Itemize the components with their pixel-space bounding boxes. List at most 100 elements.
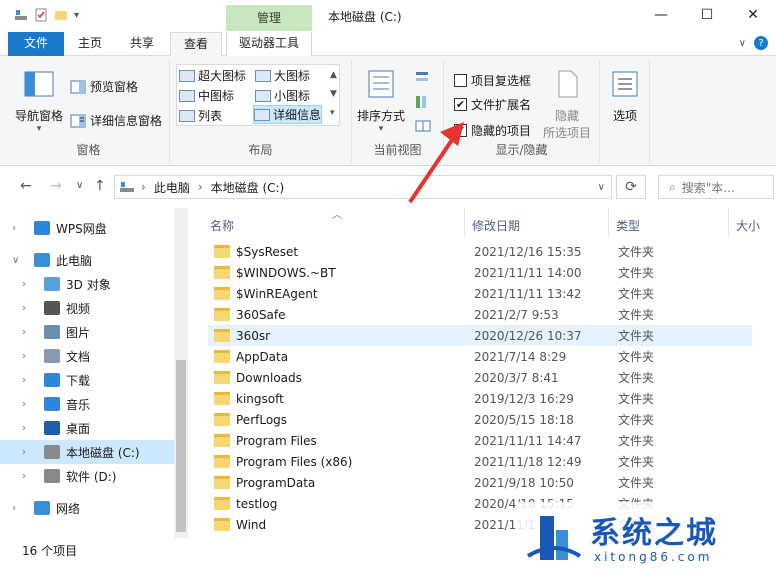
drive-icon [120,182,134,192]
properties-icon[interactable] [34,8,48,22]
layout-small-icons[interactable]: 小图标 [255,87,310,104]
tab-file[interactable]: 文件 [8,32,64,56]
nav-item-label: 图片 [66,325,91,340]
table-row[interactable]: Downloads 2020/3/7 8:41 文件夹 [208,367,752,388]
nav-scrollbar-thumb[interactable] [176,360,186,532]
sort-by-button[interactable]: 排序方式 ▾ [356,68,406,134]
group-by-icon[interactable] [414,70,432,86]
hide-selected-button[interactable]: 隐藏 所选项目 [540,68,594,141]
column-name[interactable]: 名称 [210,214,234,238]
up-arrow-icon[interactable]: ↑ [94,178,106,194]
nav-item[interactable]: › 3D 对象 [0,272,174,296]
table-row[interactable]: Program Files (x86) 2021/11/18 12:49 文件夹 [208,451,752,472]
help-icon[interactable]: ? [754,36,768,50]
forward-arrow-icon[interactable]: → [50,178,62,194]
table-row[interactable]: ProgramData 2021/9/18 10:50 文件夹 [208,472,752,493]
close-button[interactable]: ✕ [730,0,776,30]
refresh-button[interactable]: ⟳ [616,175,646,199]
nav-item[interactable]: › 软件 (D:) [0,464,174,488]
file-ext-toggle[interactable]: ✔ 文件扩展名 [454,96,531,113]
file-type: 文件夹 [618,476,655,490]
folder-icon [214,476,230,489]
new-folder-icon[interactable] [54,8,68,22]
table-row[interactable]: $SysReset 2021/12/16 15:35 文件夹 [208,241,752,262]
layout-medium-icons[interactable]: 中图标 [179,87,234,104]
nav-item[interactable]: › 网络 [0,496,174,520]
ribbon-expand-icon[interactable]: ∨ [739,38,746,49]
recent-dropdown-icon[interactable]: ∨ [76,180,83,191]
column-type[interactable]: 类型 [616,214,640,238]
file-date: 2021/9/18 10:50 [474,475,574,490]
chevron-right-icon[interactable]: › [22,303,36,314]
layout-details[interactable]: 详细信息 [253,105,323,124]
back-arrow-icon[interactable]: ← [20,178,32,194]
quick-access-dropdown-icon[interactable]: ▾ [74,10,79,21]
chevron-right-icon[interactable]: › [22,471,36,482]
add-columns-icon[interactable] [414,94,432,110]
breadcrumb-drive[interactable]: 本地磁盘 (C:) [211,179,285,196]
chevron-right-icon[interactable]: › [22,375,36,386]
chevron-right-icon[interactable]: › [12,503,26,514]
nav-item[interactable]: › WPS网盘 [0,216,174,240]
options-button[interactable]: 选项 [606,68,644,124]
chevron-down-icon[interactable]: ∨ [12,255,26,266]
chevron-right-icon[interactable]: › [22,399,36,410]
manage-tab[interactable]: 管理 [226,5,312,31]
search-input[interactable]: ⌕ 搜索"本... [658,175,774,199]
layout-large-icons[interactable]: 大图标 [255,67,310,84]
file-date: 2021/11/11 14:47 [474,433,582,448]
hidden-items-toggle[interactable]: ✔ 隐藏的项目 [454,122,531,139]
file-name: PerfLogs [236,412,288,427]
nav-item[interactable]: › 视频 [0,296,174,320]
tab-drive-tools[interactable]: 驱动器工具 [226,32,312,56]
preview-pane-button[interactable]: 预览窗格 [70,78,138,95]
nav-item[interactable]: › 本地磁盘 (C:) [0,440,174,464]
maximize-button[interactable]: ☐ [684,0,730,30]
nav-item[interactable]: › 文档 [0,344,174,368]
address-field[interactable]: › 此电脑 › 本地磁盘 (C:) ∨ [114,175,612,199]
table-row[interactable]: 360sr 2020/12/26 10:37 文件夹 [208,325,752,346]
minimize-button[interactable]: — [638,0,684,30]
watermark-title: 系统之城 [590,516,718,551]
chevron-right-icon[interactable]: › [22,351,36,362]
tab-view[interactable]: 查看 [170,32,222,57]
nav-scrollbar[interactable] [174,208,188,538]
table-row[interactable]: 360Safe 2021/2/7 9:53 文件夹 [208,304,752,325]
address-dropdown-icon[interactable]: ∨ [598,182,605,193]
file-type: 文件夹 [618,266,655,280]
chevron-right-icon[interactable]: › [22,423,36,434]
item-checkbox[interactable] [454,74,467,87]
layout-xl-icons[interactable]: 超大图标 [179,67,246,84]
chevron-right-icon[interactable]: › [22,447,36,458]
nav-item[interactable]: › 图片 [0,320,174,344]
item-checkbox-toggle[interactable]: 项目复选框 [454,72,531,89]
chevron-right-icon[interactable]: › [22,279,36,290]
layout-list[interactable]: 列表 [179,107,222,124]
layout-scroll-icons[interactable]: ▲ ▼ ▾ [330,66,337,123]
table-row[interactable]: $WINDOWS.~BT 2021/11/11 14:00 文件夹 [208,262,752,283]
file-ext-checkbox[interactable]: ✔ [454,98,467,111]
nav-item[interactable]: ∨ 此电脑 [0,248,174,272]
breadcrumb-this-pc[interactable]: 此电脑 [154,179,190,196]
table-row[interactable]: Program Files 2021/11/11 14:47 文件夹 [208,430,752,451]
nav-item-label: WPS网盘 [56,221,107,236]
details-pane-button[interactable]: 详细信息窗格 [70,112,162,129]
drive-icon[interactable] [14,8,28,22]
tab-home[interactable]: 主页 [70,32,110,56]
size-columns-icon[interactable] [414,118,432,134]
column-size[interactable]: 大小 [736,214,760,238]
nav-item[interactable]: › 桌面 [0,416,174,440]
chevron-right-icon[interactable]: › [22,327,36,338]
tab-share[interactable]: 共享 [122,32,162,56]
hidden-items-checkbox[interactable]: ✔ [454,124,467,137]
table-row[interactable]: PerfLogs 2020/5/15 18:18 文件夹 [208,409,752,430]
nav-pane-button[interactable]: 导航窗格 ▾ [14,68,64,134]
table-row[interactable]: AppData 2021/7/14 8:29 文件夹 [208,346,752,367]
table-row[interactable]: $WinREAgent 2021/11/11 13:42 文件夹 [208,283,752,304]
table-row[interactable]: kingsoft 2019/12/3 16:29 文件夹 [208,388,752,409]
column-date[interactable]: 修改日期 [472,214,520,238]
nav-item[interactable]: › 下载 [0,368,174,392]
nav-item[interactable]: › 音乐 [0,392,174,416]
chevron-right-icon[interactable]: › [12,223,26,234]
folder-icon [214,371,230,384]
